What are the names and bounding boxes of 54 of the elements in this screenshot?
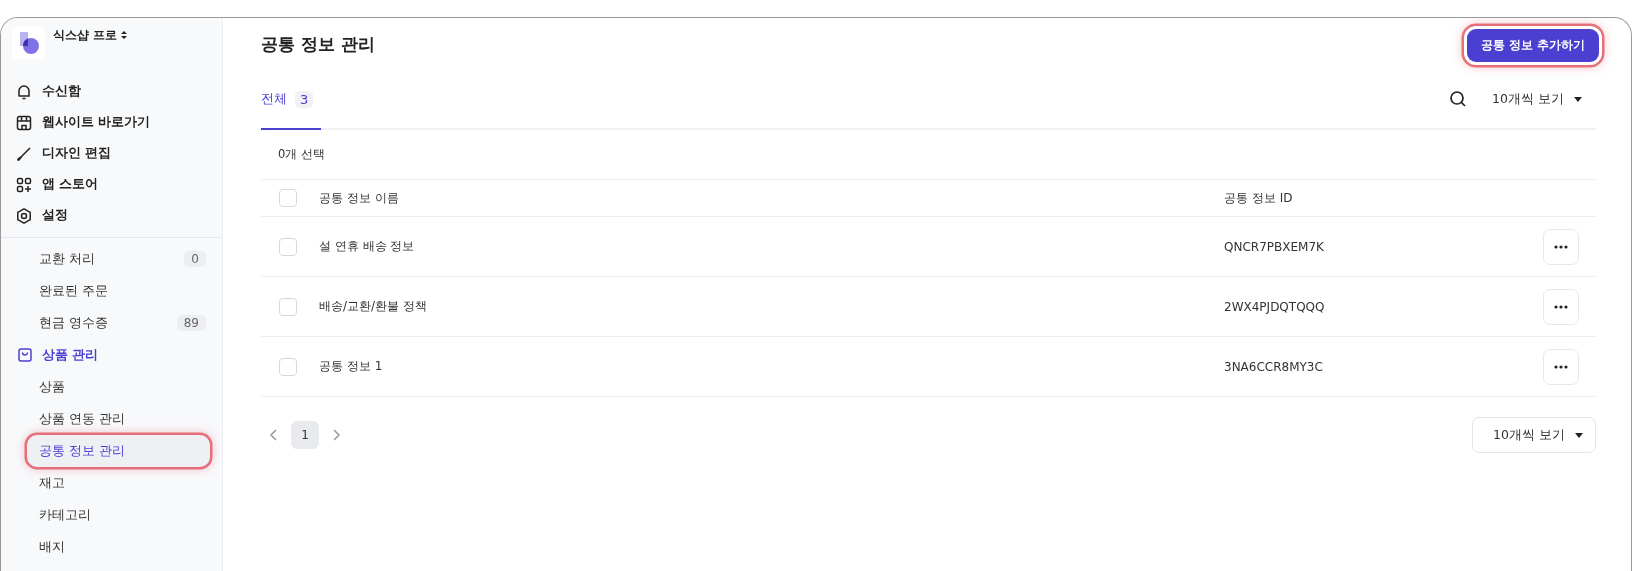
- table-cell-text: 3NA6CCR8MY3C: [1224, 359, 1324, 374]
- nav-item[interactable]: 수신함: [1, 76, 222, 107]
- apps-icon: [15, 175, 33, 194]
- table-cell-text: 공통 정보 1: [319, 358, 384, 375]
- row-checkbox[interactable]: [279, 357, 297, 376]
- brush-icon: [15, 144, 33, 163]
- more-button[interactable]: [1543, 348, 1579, 385]
- menu-item[interactable]: 공통 정보 관리: [27, 435, 210, 467]
- menu-section[interactable]: 상품 관리: [1, 339, 222, 371]
- row-checkbox[interactable]: [279, 297, 297, 316]
- row-checkbox[interactable]: [279, 237, 297, 256]
- more-button[interactable]: [1543, 228, 1579, 265]
- gear-icon: [15, 206, 33, 225]
- more-icon: [1554, 304, 1568, 309]
- bell-icon: [15, 82, 33, 101]
- more-button[interactable]: [1543, 288, 1579, 325]
- column-header: 공통 정보 ID: [1224, 189, 1294, 207]
- page-size-dropdown[interactable]: 10개씩 보기: [1472, 417, 1596, 453]
- column-header: 공통 정보 이름: [319, 189, 400, 207]
- tab[interactable]: 전체 3: [261, 76, 322, 130]
- caret-icon: [1574, 96, 1582, 102]
- page-button[interactable]: 1: [291, 421, 319, 449]
- menu-item[interactable]: 재고: [27, 467, 210, 499]
- menu-item[interactable]: 완료된 주문: [27, 275, 210, 307]
- nav-item[interactable]: 웹사이트 바로가기: [1, 107, 222, 138]
- page-title: 공통 정보 관리: [261, 32, 375, 56]
- sort-icon: [120, 30, 129, 40]
- table-cell-text: 2WX4PJDQTQQQ: [1224, 299, 1326, 314]
- bag-icon: [17, 347, 33, 363]
- select-all-checkbox[interactable]: [279, 189, 297, 207]
- caret-icon: [1575, 432, 1583, 438]
- count-badge: 0: [184, 251, 206, 267]
- nav-item[interactable]: 설정: [1, 200, 222, 231]
- menu-item[interactable]: 상품: [27, 371, 210, 403]
- selection-count: 0개 선택: [261, 130, 325, 180]
- table-cell-text: QNCR7PBXEM7K: [1224, 239, 1325, 254]
- next-icon[interactable]: [331, 428, 341, 442]
- page-size-dropdown[interactable]: 10개씩 보기: [1492, 90, 1596, 108]
- table-cell-text: 설 연휴 배송 정보: [319, 238, 416, 255]
- menu-item[interactable]: 교환 처리 0: [27, 243, 210, 275]
- table-cell-text: 배송/교환/환불 정책: [319, 298, 428, 315]
- menu-item[interactable]: 상품 연동 관리: [27, 403, 210, 435]
- menu-item[interactable]: 배지: [27, 531, 210, 563]
- menu-item[interactable]: 현금 영수증 89: [27, 307, 210, 339]
- more-icon: [1554, 244, 1568, 249]
- logo-icon: [12, 26, 45, 59]
- nav-item[interactable]: 디자인 편집: [1, 138, 222, 169]
- store-icon: [15, 113, 33, 132]
- store-switcher[interactable]: 식스샵 프로: [53, 26, 129, 44]
- more-icon: [1554, 364, 1568, 369]
- nav-item[interactable]: 앱 스토어: [1, 169, 222, 200]
- previous-icon[interactable]: [269, 428, 279, 442]
- menu-item[interactable]: 카테고리: [27, 499, 210, 531]
- count-badge: 89: [176, 315, 206, 331]
